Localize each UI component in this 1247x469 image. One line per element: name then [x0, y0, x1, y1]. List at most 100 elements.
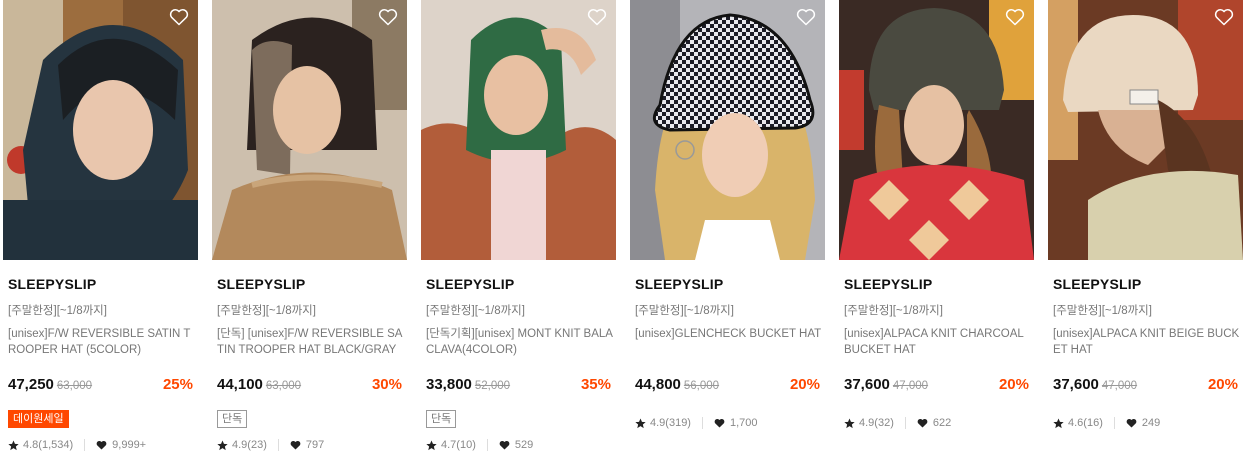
product-brand[interactable]: SLEEPYSLIP	[217, 276, 305, 292]
wishlist-heart-icon[interactable]	[1005, 8, 1025, 26]
product-card[interactable]: SLEEPYSLIP [주말한정][~1/8까지] [unisex]F/W RE…	[3, 0, 198, 469]
product-card[interactable]: SLEEPYSLIP [주말한정][~1/8까지] [단독기획][unisex]…	[421, 0, 616, 469]
star-icon	[426, 439, 437, 450]
exclusive-badge: 단독	[426, 410, 457, 428]
likes-count: 1,700	[729, 417, 758, 429]
price-row: 44,100 63,000 30%	[217, 376, 402, 398]
likes-count: 529	[514, 439, 534, 451]
original-price: 47,000	[1101, 380, 1138, 392]
product-card[interactable]: SLEEPYSLIP [주말한정][~1/8까지] [unisex]ALPACA…	[1048, 0, 1243, 469]
product-tagline: [주말한정][~1/8까지]	[426, 305, 525, 317]
product-meta: 4.9(319) 1,700	[635, 417, 758, 429]
discount-rate: 35%	[580, 376, 611, 393]
wishlist-heart-icon[interactable]	[1214, 8, 1234, 26]
rating-text: 4.7(10)	[441, 439, 476, 451]
price-row: 33,800 52,000 35%	[426, 376, 611, 398]
price-row: 47,250 63,000 25%	[8, 376, 193, 398]
original-price: 47,000	[892, 380, 929, 392]
product-brand[interactable]: SLEEPYSLIP	[426, 276, 514, 292]
product-brand[interactable]: SLEEPYSLIP	[8, 276, 96, 292]
product-grid: SLEEPYSLIP [주말한정][~1/8까지] [unisex]F/W RE…	[0, 0, 1247, 469]
original-price: 63,000	[56, 380, 93, 392]
product-meta: 4.9(32) 622	[844, 417, 951, 429]
wishlist-heart-icon[interactable]	[378, 8, 398, 26]
rating-text: 4.9(32)	[859, 417, 894, 429]
likes-count: 9,999+	[112, 439, 147, 451]
product-name[interactable]: [unisex]ALPACA KNIT BEIGE BUCKET HAT	[1053, 326, 1243, 358]
star-icon	[635, 417, 646, 428]
product-name[interactable]: [단독기획][unisex] MONT KNIT BALACLAVA(4COLO…	[426, 326, 616, 358]
original-price: 56,000	[683, 380, 720, 392]
product-price: 44,100	[217, 376, 263, 393]
product-brand[interactable]: SLEEPYSLIP	[844, 276, 932, 292]
product-price: 37,600	[1053, 376, 1099, 393]
product-tagline: [주말한정][~1/8까지]	[1053, 305, 1152, 317]
likes-count: 622	[932, 417, 952, 429]
divider	[701, 417, 703, 429]
product-image[interactable]	[839, 0, 1034, 260]
star-icon	[217, 439, 228, 450]
discount-rate: 20%	[998, 376, 1029, 393]
discount-rate: 20%	[1207, 376, 1238, 393]
rating-text: 4.9(319)	[650, 417, 691, 429]
rating-text: 4.6(16)	[1068, 417, 1103, 429]
divider	[84, 439, 86, 451]
heart-filled-icon	[917, 418, 928, 428]
price-row: 44,800 56,000 20%	[635, 376, 820, 398]
product-brand[interactable]: SLEEPYSLIP	[635, 276, 723, 292]
product-card[interactable]: SLEEPYSLIP [주말한정][~1/8까지] [unisex]ALPACA…	[839, 0, 1034, 469]
likes-count: 249	[1141, 417, 1161, 429]
product-tagline: [주말한정][~1/8까지]	[844, 305, 943, 317]
product-image[interactable]	[421, 0, 616, 260]
product-brand[interactable]: SLEEPYSLIP	[1053, 276, 1141, 292]
divider	[277, 439, 279, 451]
discount-rate: 25%	[162, 376, 193, 393]
product-image[interactable]	[1048, 0, 1243, 260]
product-meta: 4.8(1,534) 9,999+	[8, 439, 146, 451]
product-meta: 4.7(10) 529	[426, 439, 533, 451]
heart-filled-icon	[96, 440, 107, 450]
product-meta: 4.6(16) 249	[1053, 417, 1160, 429]
divider	[904, 417, 906, 429]
product-tagline: [주말한정][~1/8까지]	[8, 305, 107, 317]
heart-filled-icon	[499, 440, 510, 450]
star-icon	[844, 417, 855, 428]
product-name[interactable]: [unisex]ALPACA KNIT CHARCOAL BUCKET HAT	[844, 326, 1034, 358]
product-card[interactable]: SLEEPYSLIP [주말한정][~1/8까지] [단독] [unisex]F…	[212, 0, 407, 469]
heart-filled-icon	[1126, 418, 1137, 428]
product-price: 33,800	[426, 376, 472, 393]
product-card[interactable]: SLEEPYSLIP [주말한정][~1/8까지] [unisex]GLENCH…	[630, 0, 825, 469]
heart-filled-icon	[714, 418, 725, 428]
divider	[1113, 417, 1115, 429]
price-row: 37,600 47,000 20%	[1053, 376, 1238, 398]
rating-text: 4.9(23)	[232, 439, 267, 451]
product-price: 44,800	[635, 376, 681, 393]
product-price: 47,250	[8, 376, 54, 393]
divider	[486, 439, 488, 451]
product-image[interactable]	[630, 0, 825, 260]
star-icon	[8, 439, 19, 450]
wishlist-heart-icon[interactable]	[169, 8, 189, 26]
discount-rate: 30%	[371, 376, 402, 393]
original-price: 63,000	[265, 380, 302, 392]
product-meta: 4.9(23) 797	[217, 439, 324, 451]
likes-count: 797	[305, 439, 325, 451]
rating-text: 4.8(1,534)	[23, 439, 74, 451]
star-icon	[1053, 417, 1064, 428]
heart-filled-icon	[290, 440, 301, 450]
product-name[interactable]: [단독] [unisex]F/W REVERSIBLE SATIN TROOPE…	[217, 326, 407, 358]
wishlist-heart-icon[interactable]	[796, 8, 816, 26]
original-price: 52,000	[474, 380, 511, 392]
product-image[interactable]	[3, 0, 198, 260]
wishlist-heart-icon[interactable]	[587, 8, 607, 26]
discount-rate: 20%	[789, 376, 820, 393]
price-row: 37,600 47,000 20%	[844, 376, 1029, 398]
product-tagline: [주말한정][~1/8까지]	[217, 305, 316, 317]
product-tagline: [주말한정][~1/8까지]	[635, 305, 734, 317]
product-price: 37,600	[844, 376, 890, 393]
product-image[interactable]	[212, 0, 407, 260]
product-name[interactable]: [unisex]GLENCHECK BUCKET HAT	[635, 326, 825, 342]
sale-badge: 데이원세일	[8, 410, 69, 428]
exclusive-badge: 단독	[217, 410, 248, 428]
product-name[interactable]: [unisex]F/W REVERSIBLE SATIN TROOPER HAT…	[8, 326, 198, 358]
